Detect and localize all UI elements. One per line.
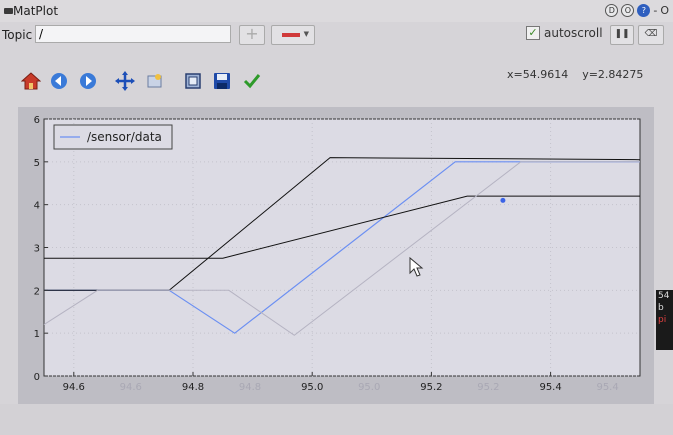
clear-button[interactable]: ⌫: [638, 25, 664, 45]
forward-icon: [80, 73, 96, 89]
tick-label-y-6: 6: [34, 115, 40, 126]
tick-label-y-0: 0: [34, 372, 40, 383]
save-button[interactable]: [211, 70, 233, 92]
subplots-button[interactable]: [182, 70, 204, 92]
pause-icon: ❚❚: [614, 29, 630, 39]
topic-input[interactable]: [35, 25, 231, 43]
back-button[interactable]: [48, 70, 70, 92]
subplots-icon: [185, 73, 201, 89]
app-icon: [4, 8, 13, 14]
tick-label-y-4: 4: [34, 201, 40, 212]
pan-button[interactable]: [114, 70, 136, 92]
pause-button[interactable]: ❚❚: [610, 25, 634, 45]
tick-label-y-5: 5: [34, 158, 40, 169]
forward-button[interactable]: [77, 70, 99, 92]
tick-label-x-2: 95.0: [301, 382, 323, 393]
close-button[interactable]: O: [660, 5, 669, 16]
apply-button[interactable]: [241, 70, 263, 92]
home-icon: [21, 72, 41, 90]
plot-canvas[interactable]: 94.6 94.8 95.0 95.2 95.4 0 1 2 3 4 5 6 94.6 94.8 95.0…: [18, 107, 654, 404]
autoscroll-label: autoscroll: [544, 26, 603, 40]
tick-label-x-0: 94.6: [63, 382, 85, 393]
color-swatch: [282, 33, 300, 37]
data-point-marker: [500, 197, 506, 203]
cursor-coordinates: x=54.9614 y=2.84275: [507, 68, 644, 81]
add-topic-button[interactable]: +: [239, 25, 265, 45]
background-terminal-edge: 54 b pi: [656, 290, 673, 350]
plus-icon: +: [245, 24, 259, 43]
legend: /sensor/data: [53, 124, 173, 150]
home-button[interactable]: [20, 70, 42, 92]
zoom-icon: [147, 74, 162, 88]
tick-label-x-4: 95.4: [539, 382, 561, 393]
chevron-down-icon: ▼: [303, 30, 309, 38]
zoom-button[interactable]: [144, 70, 166, 92]
title-bar: MatPlot D O ? - O: [0, 0, 673, 22]
tick-label-y-1: 1: [34, 329, 40, 340]
ghost-tick-label-4: 95.4: [596, 382, 618, 393]
window-controls: D O ? - O: [605, 4, 669, 17]
minimize-button[interactable]: -: [653, 5, 657, 16]
tick-label-y-3: 3: [34, 244, 40, 255]
legend-label: /sensor/data: [87, 130, 162, 144]
status-strip: [0, 404, 673, 435]
plot-figure[interactable]: 94.6 94.8 95.0 95.2 95.4 0 1 2 3 4 5 6 94.6 94.8 95.0…: [18, 107, 654, 404]
pan-icon: [115, 71, 135, 91]
clear-icon: ⌫: [644, 29, 658, 39]
save-icon: [214, 73, 230, 89]
window-title: MatPlot: [13, 4, 59, 18]
help-button[interactable]: ?: [637, 4, 651, 17]
topic-bar: Topic + ▼ ✓ autoscroll ❚❚ ⌫: [0, 22, 673, 48]
ghost-tick-label-3: 95.2: [477, 382, 499, 393]
window-control-d[interactable]: D: [605, 4, 619, 17]
tick-label-y-2: 2: [34, 286, 40, 297]
color-picker-button[interactable]: ▼: [271, 25, 315, 45]
ghost-tick-label-1: 94.8: [239, 382, 261, 393]
apply-icon: [243, 74, 261, 89]
back-icon: [51, 73, 67, 89]
autoscroll-toggle[interactable]: ✓ autoscroll: [526, 26, 603, 40]
ghost-tick-label-0: 94.6: [120, 382, 142, 393]
tick-label-x-3: 95.2: [420, 382, 442, 393]
topic-label: Topic: [2, 28, 33, 42]
tick-label-x-1: 94.8: [182, 382, 204, 393]
autoscroll-checkbox[interactable]: ✓: [526, 26, 540, 40]
window-control-o[interactable]: O: [621, 4, 635, 17]
ghost-tick-label-2: 95.0: [358, 382, 380, 393]
